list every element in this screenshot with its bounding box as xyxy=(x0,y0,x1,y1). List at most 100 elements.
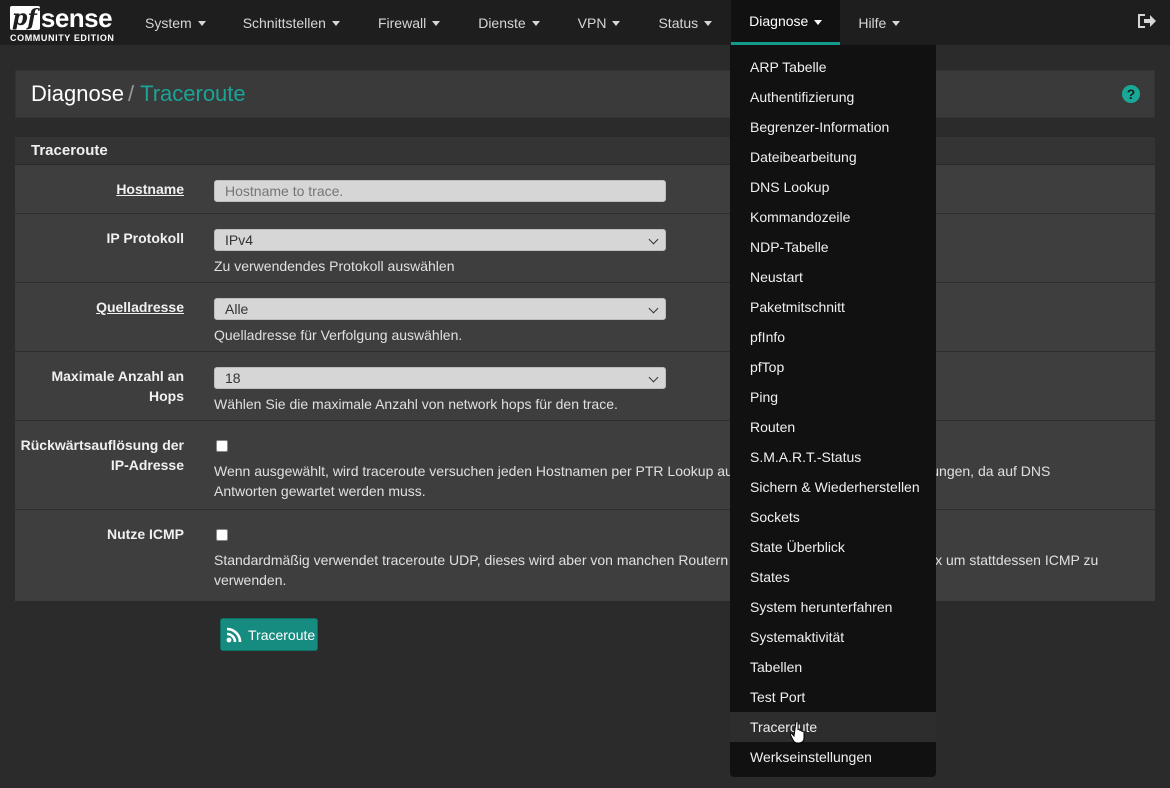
logo-pf: pf xyxy=(10,6,40,30)
ip-protocol-help: Zu verwendendes Protokoll auswählen xyxy=(214,258,455,274)
reverse-lookup-label: Rückwärtsauflösung der IP-Adresse xyxy=(14,435,184,475)
hand-pointer-cursor-icon xyxy=(790,720,805,744)
traceroute-panel: Traceroute Hostname IP Protokoll IPv4 Zu… xyxy=(15,137,1155,601)
chevron-down-icon xyxy=(648,372,659,383)
icmp-row: Nutze ICMP Standardmäßig verwendet trace… xyxy=(15,510,1155,599)
reverse-lookup-help: Wenn ausgewählt, wird traceroute versuch… xyxy=(214,463,1051,499)
logo-wordmark: pf sense xyxy=(10,3,113,33)
nav-status[interactable]: Status xyxy=(634,0,731,45)
main-menu: System Schnittstellen Firewall Dienste V… xyxy=(130,0,915,45)
menu-item-test-port[interactable]: Test Port xyxy=(730,682,936,712)
hostname-row: Hostname xyxy=(15,165,1155,214)
menu-item-kommandozeile[interactable]: Kommandozeile xyxy=(730,202,936,232)
menu-item-dateibearbeitung[interactable]: Dateibearbeitung xyxy=(730,142,936,172)
reverse-lookup-checkbox[interactable] xyxy=(216,440,228,452)
nav-firewall-label: Firewall xyxy=(377,14,427,31)
traceroute-button-label: Traceroute xyxy=(248,626,316,643)
nav-hilfe-label: Hilfe xyxy=(858,14,887,31)
breadcrumb-current[interactable]: Traceroute xyxy=(140,81,246,106)
menu-item-dns-lookup[interactable]: DNS Lookup xyxy=(730,172,936,202)
nav-firewall[interactable]: Firewall xyxy=(354,0,454,45)
source-value: Alle xyxy=(225,301,249,317)
nav-vpn[interactable]: VPN xyxy=(554,0,635,45)
max-hops-value: 18 xyxy=(225,370,241,386)
max-hops-label-line2: Hops xyxy=(149,388,184,404)
icmp-label: Nutze ICMP xyxy=(107,526,184,542)
nav-diagnose[interactable]: Diagnose xyxy=(731,0,841,45)
menu-item-neustart[interactable]: Neustart xyxy=(730,262,936,292)
menu-item-ndp-tabelle[interactable]: NDP-Tabelle xyxy=(730,232,936,262)
max-hops-label: Maximale Anzahl an Hops xyxy=(14,366,184,406)
caret-down-icon xyxy=(814,19,823,25)
sign-out-icon[interactable] xyxy=(1136,12,1156,30)
reverse-lookup-label-line2: IP-Adresse xyxy=(110,457,184,473)
menu-item-state-ueberblick[interactable]: State Überblick xyxy=(730,532,936,562)
caret-down-icon xyxy=(197,21,206,26)
top-navbar: pf sense COMMUNITY EDITION System Schnit… xyxy=(0,0,1170,45)
panel-title: Traceroute xyxy=(15,137,1155,165)
max-hops-label-line1: Maximale Anzahl an xyxy=(51,368,184,384)
source-label: Quelladresse xyxy=(96,299,184,315)
ip-protocol-row: IP Protokoll IPv4 Zu verwendendes Protok… xyxy=(15,214,1155,283)
menu-item-arp-tabelle[interactable]: ARP Tabelle xyxy=(730,52,936,82)
menu-item-ping[interactable]: Ping xyxy=(730,382,936,412)
nav-system[interactable]: System xyxy=(130,0,221,45)
chevron-down-icon xyxy=(648,234,659,245)
hostname-input[interactable] xyxy=(214,180,666,202)
rss-icon xyxy=(226,627,242,642)
traceroute-button[interactable]: Traceroute xyxy=(220,618,318,651)
nav-hilfe[interactable]: Hilfe xyxy=(840,0,915,45)
diagnose-dropdown-menu: ARP Tabelle Authentifizierung Begrenzer-… xyxy=(730,45,936,777)
nav-diagnose-label: Diagnose xyxy=(749,13,809,29)
source-select[interactable]: Alle xyxy=(214,298,666,320)
menu-item-werkseinstellungen[interactable]: Werkseinstellungen xyxy=(730,742,936,772)
breadcrumb-root[interactable]: Diagnose xyxy=(31,81,124,106)
max-hops-row: Maximale Anzahl an Hops 18 Wählen Sie di… xyxy=(15,352,1155,421)
nav-status-label: Status xyxy=(658,14,699,31)
page-title: Diagnose / Traceroute xyxy=(31,81,246,107)
menu-item-states[interactable]: States xyxy=(730,562,936,592)
breadcrumb-separator: / xyxy=(127,81,135,106)
nav-schnittstellen[interactable]: Schnittstellen xyxy=(221,0,354,45)
menu-item-sockets[interactable]: Sockets xyxy=(730,502,936,532)
menu-item-pfinfo[interactable]: pfInfo xyxy=(730,322,936,352)
logo-sense: sense xyxy=(40,3,113,33)
hostname-label: Hostname xyxy=(116,181,184,197)
question-circle-icon[interactable]: ? xyxy=(1122,85,1140,103)
caret-down-icon xyxy=(531,21,540,26)
logo-edition: COMMUNITY EDITION xyxy=(10,33,115,43)
reverse-lookup-row: Rückwärtsauflösung der IP-Adresse Wenn a… xyxy=(15,421,1155,510)
menu-item-paketmitschnitt[interactable]: Paketmitschnitt xyxy=(730,292,936,322)
ip-protocol-label: IP Protokoll xyxy=(106,230,184,246)
reverse-lookup-label-line1: Rückwärtsauflösung der xyxy=(20,437,184,453)
ip-protocol-value: IPv4 xyxy=(225,232,254,248)
breadcrumb: Diagnose / Traceroute ? xyxy=(15,70,1155,118)
ip-protocol-select[interactable]: IPv4 xyxy=(214,229,666,251)
icmp-checkbox[interactable] xyxy=(216,529,228,541)
menu-item-system-herunterfahren[interactable]: System herunterfahren xyxy=(730,592,936,622)
menu-item-authentifizierung[interactable]: Authentifizierung xyxy=(730,82,936,112)
menu-item-begrenzer-information[interactable]: Begrenzer-Information xyxy=(730,112,936,142)
caret-down-icon xyxy=(612,21,621,26)
nav-system-label: System xyxy=(145,14,192,31)
max-hops-select[interactable]: 18 xyxy=(214,367,666,389)
menu-item-sichern-wiederherstellen[interactable]: Sichern & Wiederherstellen xyxy=(730,472,936,502)
pfsense-logo[interactable]: pf sense COMMUNITY EDITION xyxy=(10,4,120,44)
chevron-down-icon xyxy=(648,303,659,314)
menu-item-smart-status[interactable]: S.M.A.R.T.-Status xyxy=(730,442,936,472)
menu-item-traceroute[interactable]: Traceroute xyxy=(730,712,936,742)
caret-down-icon xyxy=(331,21,340,26)
caret-down-icon xyxy=(432,21,441,26)
icmp-help: Standardmäßig verwendet traceroute UDP, … xyxy=(214,552,1099,588)
caret-down-icon xyxy=(892,21,901,26)
nav-vpn-label: VPN xyxy=(577,14,607,31)
nav-dienste-label: Dienste xyxy=(478,14,526,31)
nav-dienste[interactable]: Dienste xyxy=(454,0,553,45)
menu-item-systemaktivitaet[interactable]: Systemaktivität xyxy=(730,622,936,652)
nav-schnittstellen-label: Schnittstellen xyxy=(242,14,326,31)
menu-item-tabellen[interactable]: Tabellen xyxy=(730,652,936,682)
max-hops-help: Wählen Sie die maximale Anzahl von netwo… xyxy=(214,396,618,412)
menu-item-pftop[interactable]: pfTop xyxy=(730,352,936,382)
menu-item-routen[interactable]: Routen xyxy=(730,412,936,442)
caret-down-icon xyxy=(704,21,713,26)
